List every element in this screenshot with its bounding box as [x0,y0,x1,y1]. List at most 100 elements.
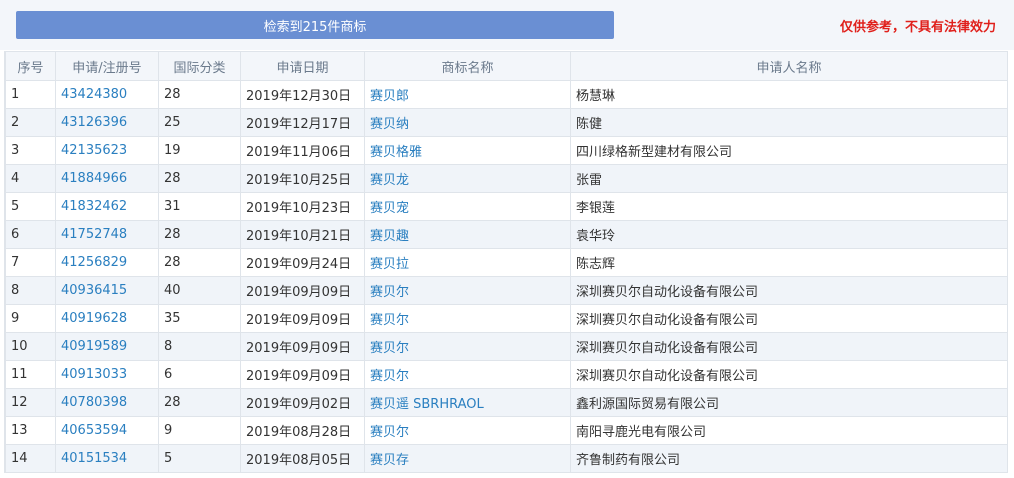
reg-number-link[interactable]: 41752748 [61,227,127,242]
class-cell: 40 [164,283,181,298]
applicant-cell: 四川绿格新型建材有限公司 [570,136,1008,165]
applicant-cell: 张雷 [576,173,603,188]
table-body: 1 43424380 28 2019年12月30日 赛贝郎 杨慧琳 2 43126396 25 2… [5,80,1008,473]
column-header-trademark-name[interactable]: 商标名称 [364,51,571,81]
date-cell: 2019年12月17日 [240,108,365,137]
trademark-name-link[interactable]: 赛贝尔 [370,369,409,384]
row-index-cell: 12 [11,395,28,410]
row-index-cell: 14 [11,451,28,466]
column-header-index[interactable]: 序号 [5,51,56,81]
applicant-cell: 南阳寻鹿光电有限公司 [576,425,707,440]
row-index-cell: 10 [11,339,28,354]
class-cell: 28 [158,80,241,109]
reg-number-link[interactable]: 40913033 [61,367,127,382]
column-header-date[interactable]: 申请日期 [240,51,365,81]
trademark-name-cell: 赛贝尔 [364,304,571,333]
table-row[interactable]: 9 40919628 35 2019年09月09日 赛贝尔 深圳赛贝尔自动化设备有限公司 [5,304,1008,333]
trademark-name-link[interactable]: 赛贝郎 [370,89,409,104]
trademark-name-cell: 赛贝遥 SBRHRAOL [364,388,571,417]
trademark-name-link[interactable]: 赛贝龙 [370,173,409,188]
trademark-name-link[interactable]: 赛贝纳 [370,117,409,132]
row-index-cell: 14 [5,444,56,473]
row-index-cell: 7 [11,255,20,270]
row-index-cell: 8 [11,283,20,298]
row-index-cell: 8 [5,276,56,305]
table-row[interactable]: 3 42135623 19 2019年11月06日 赛贝格雅 四川绿格新型建材有限公司 [5,136,1008,165]
applicant-cell: 鑫利源国际贸易有限公司 [576,397,720,412]
trademark-name-cell: 赛贝存 [364,444,571,473]
trademark-name-link[interactable]: 赛贝尔 [370,341,409,356]
reg-number-cell: 43424380 [55,80,159,109]
table-row[interactable]: 8 40936415 40 2019年09月09日 赛贝尔 深圳赛贝尔自动化设备有限公司 [5,276,1008,305]
row-index-cell: 6 [11,227,20,242]
date-cell: 2019年09月02日 [246,397,352,412]
trademark-name-link[interactable]: 赛贝尔 [370,313,409,328]
applicant-cell: 袁华玲 [570,220,1008,249]
reg-number-cell: 40919589 [55,332,159,361]
applicant-cell: 深圳赛贝尔自动化设备有限公司 [570,304,1008,333]
column-header-class[interactable]: 国际分类 [158,51,241,81]
applicant-cell: 鑫利源国际贸易有限公司 [570,388,1008,417]
reg-number-cell: 40936415 [55,276,159,305]
trademark-name-link[interactable]: 赛贝尔 [370,425,409,440]
trademark-name-link[interactable]: 赛贝尔 [370,285,409,300]
applicant-cell: 深圳赛贝尔自动化设备有限公司 [570,332,1008,361]
date-cell: 2019年09月09日 [246,341,352,356]
trademark-name-link[interactable]: 赛贝拉 [370,257,409,272]
applicant-cell: 齐鲁制药有限公司 [570,444,1008,473]
class-cell: 28 [158,388,241,417]
class-cell: 25 [164,115,181,130]
table-row[interactable]: 5 41832462 31 2019年10月23日 赛贝宠 李银莲 [5,192,1008,221]
row-index-cell: 2 [11,115,20,130]
trademark-name-cell: 赛贝趣 [364,220,571,249]
date-cell: 2019年10月21日 [240,220,365,249]
search-result-count-button[interactable]: 检索到215件商标 [16,11,614,39]
trademark-name-link[interactable]: 赛贝遥 SBRHRAOL [370,397,484,412]
column-header-reg-number[interactable]: 申请/注册号 [55,51,159,81]
applicant-cell: 深圳赛贝尔自动化设备有限公司 [570,276,1008,305]
table-row[interactable]: 14 40151534 5 2019年08月05日 赛贝存 齐鲁制药有限公司 [5,444,1008,473]
reg-number-cell: 40653594 [55,416,159,445]
reg-number-link[interactable]: 40936415 [61,283,127,298]
row-index-cell: 5 [11,199,20,214]
trademark-name-link[interactable]: 赛贝格雅 [370,145,422,160]
trademark-name-link[interactable]: 赛贝存 [370,453,409,468]
table-row[interactable]: 10 40919589 8 2019年09月09日 赛贝尔 深圳赛贝尔自动化设备有限公司 [5,332,1008,361]
table-row[interactable]: 6 41752748 28 2019年10月21日 赛贝趣 袁华玲 [5,220,1008,249]
trademark-name-link[interactable]: 赛贝宠 [370,201,409,216]
reg-number-cell: 41752748 [55,220,159,249]
table-row[interactable]: 7 41256829 28 2019年09月24日 赛贝拉 陈志辉 [5,248,1008,277]
reg-number-link[interactable]: 40653594 [61,423,127,438]
table-row[interactable]: 13 40653594 9 2019年08月28日 赛贝尔 南阳寻鹿光电有限公司 [5,416,1008,445]
table-row[interactable]: 1 43424380 28 2019年12月30日 赛贝郎 杨慧琳 [5,80,1008,109]
reg-number-link[interactable]: 40919589 [61,339,127,354]
table-row[interactable]: 2 43126396 25 2019年12月17日 赛贝纳 陈健 [5,108,1008,137]
table-row[interactable]: 11 40913033 6 2019年09月09日 赛贝尔 深圳赛贝尔自动化设备有限公司 [5,360,1008,389]
date-cell: 2019年11月06日 [246,145,352,160]
reg-number-link[interactable]: 41832462 [61,199,127,214]
reg-number-link[interactable]: 40919628 [61,311,127,326]
applicant-cell: 杨慧琳 [576,89,616,104]
class-cell: 28 [164,395,181,410]
applicant-cell: 深圳赛贝尔自动化设备有限公司 [576,285,759,300]
class-cell: 8 [164,339,173,354]
reg-number-link[interactable]: 40151534 [61,451,127,466]
reg-number-link[interactable]: 41256829 [61,255,127,270]
class-cell: 31 [164,199,181,214]
reg-number-link[interactable]: 40780398 [61,395,127,410]
class-cell: 8 [158,332,241,361]
trademark-name-link[interactable]: 赛贝趣 [370,229,409,244]
reg-number-link[interactable]: 43126396 [61,115,127,130]
date-cell: 2019年09月09日 [240,276,365,305]
column-header-applicant[interactable]: 申请人名称 [570,51,1008,81]
reg-number-link[interactable]: 43424380 [61,87,127,102]
row-index-cell: 5 [5,192,56,221]
date-cell: 2019年08月05日 [246,453,352,468]
class-cell: 28 [164,87,181,102]
date-cell: 2019年12月30日 [240,80,365,109]
table-row[interactable]: 12 40780398 28 2019年09月02日 赛贝遥 SBRHRAOL 鑫利源国际… [5,388,1008,417]
table-row[interactable]: 4 41884966 28 2019年10月25日 赛贝龙 张雷 [5,164,1008,193]
date-cell: 2019年09月09日 [240,360,365,389]
reg-number-link[interactable]: 41884966 [61,171,127,186]
reg-number-link[interactable]: 42135623 [61,143,127,158]
